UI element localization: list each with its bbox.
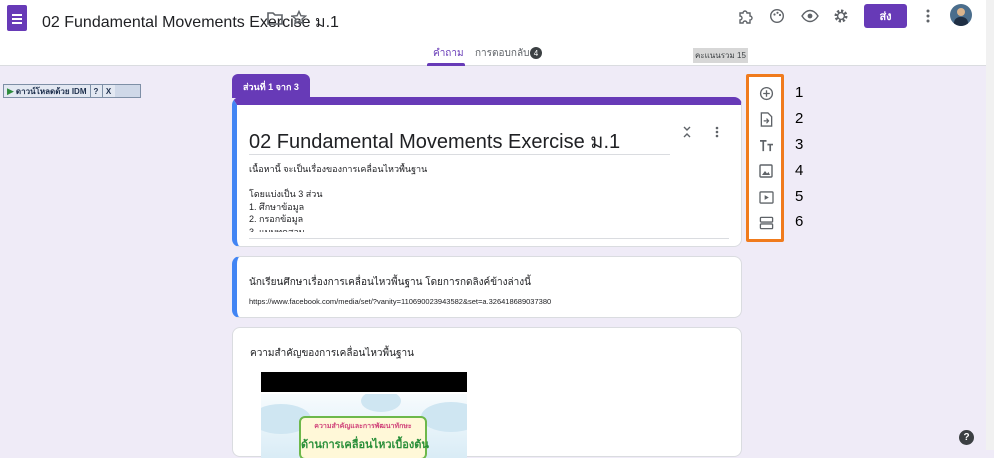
idm-close-button[interactable]: X — [102, 85, 115, 97]
infographic-banner: ความสำคัญและการพัฒนาทักษะ ด้านการเคลื่อน… — [299, 416, 429, 458]
forms-logo-icon[interactable] — [7, 5, 27, 31]
study-link-card[interactable]: นักเรียนศึกษาเรื่องการเคลื่อนไหวพื้นฐาน … — [232, 256, 742, 318]
title-underline — [249, 154, 670, 155]
more-vertical-icon[interactable] — [920, 7, 936, 25]
avatar[interactable] — [950, 4, 972, 26]
import-questions-icon[interactable] — [758, 111, 774, 127]
folder-icon[interactable] — [266, 9, 284, 27]
description-underline — [249, 238, 729, 239]
annotation-number-6: 6 — [795, 213, 804, 230]
form-title[interactable]: 02 Fundamental Movements Exercise ม.1 — [249, 125, 620, 157]
annotation-number-1: 1 — [795, 84, 804, 101]
form-header-card[interactable]: 02 Fundamental Movements Exercise ม.1 เน… — [232, 97, 742, 247]
idm-download-label: ดาวน์โหลดด้วย IDM — [15, 86, 87, 96]
play-icon: ▶ — [7, 85, 14, 96]
add-title-description-icon[interactable] — [758, 137, 774, 153]
add-section-icon[interactable] — [758, 215, 774, 231]
star-icon[interactable] — [290, 9, 308, 27]
help-button[interactable]: ? — [959, 430, 974, 445]
annotation-number-2: 2 — [795, 110, 804, 127]
form-description[interactable]: เนื้อหานี้ จะเป็นเรื่องของการเคลื่อนไหวพ… — [249, 163, 427, 232]
tab-questions[interactable]: คำถาม — [433, 46, 464, 61]
study-link-url: https://www.facebook.com/media/set/?vani… — [249, 297, 552, 306]
collapse-icon[interactable] — [680, 125, 694, 139]
tab-responses[interactable]: การตอบกลับ — [475, 46, 529, 61]
infographic-image[interactable]: ความสำคัญและการพัฒนาทักษะ ด้านการเคลื่อน… — [261, 394, 467, 458]
annotation-number-4: 4 — [795, 162, 804, 179]
settings-gear-icon[interactable] — [832, 7, 850, 25]
palette-icon[interactable] — [768, 7, 786, 25]
idm-download-button[interactable]: ▶ ดาวน์โหลดด้วย IDM — [4, 85, 91, 97]
floating-toolbar — [746, 74, 784, 242]
section-more-icon[interactable] — [710, 125, 724, 139]
image-item-title: ความสำคัญของการเคลื่อนไหวพื้นฐาน — [250, 348, 414, 359]
image-item-card[interactable]: ความสำคัญของการเคลื่อนไหวพื้นฐาน ความสำค… — [232, 327, 742, 458]
annotation-number-3: 3 — [795, 136, 804, 153]
page-scrollbar[interactable] — [986, 0, 994, 450]
responses-count-badge: 4 — [530, 47, 542, 59]
preview-eye-icon[interactable] — [801, 7, 819, 25]
redacted-bar — [261, 372, 467, 392]
idm-help-button[interactable]: ? — [90, 85, 103, 97]
annotation-number-5: 5 — [795, 188, 804, 205]
study-link-title: นักเรียนศึกษาเรื่องการเคลื่อนไหวพื้นฐาน … — [249, 277, 532, 288]
add-question-icon[interactable] — [758, 85, 774, 101]
add-video-icon[interactable] — [758, 189, 774, 205]
active-tab-indicator — [427, 63, 465, 66]
addon-puzzle-icon[interactable] — [737, 7, 755, 25]
infographic-line2: ด้านการเคลื่อนไหวเบื้องต้น — [301, 439, 429, 451]
total-score-label: คะแนนรวม 15 — [693, 48, 748, 63]
top-bar: 02 Fundamental Movements Exercise ม.1 ส่… — [0, 0, 994, 66]
add-image-icon[interactable] — [758, 163, 774, 179]
idm-download-bar: ▶ ดาวน์โหลดด้วย IDM ? X — [3, 84, 141, 98]
section-label: ส่วนที่ 1 จาก 3 — [232, 74, 310, 98]
send-button[interactable]: ส่ง — [864, 4, 907, 28]
infographic-line1: ความสำคัญและการพัฒนาทักษะ — [314, 423, 412, 430]
